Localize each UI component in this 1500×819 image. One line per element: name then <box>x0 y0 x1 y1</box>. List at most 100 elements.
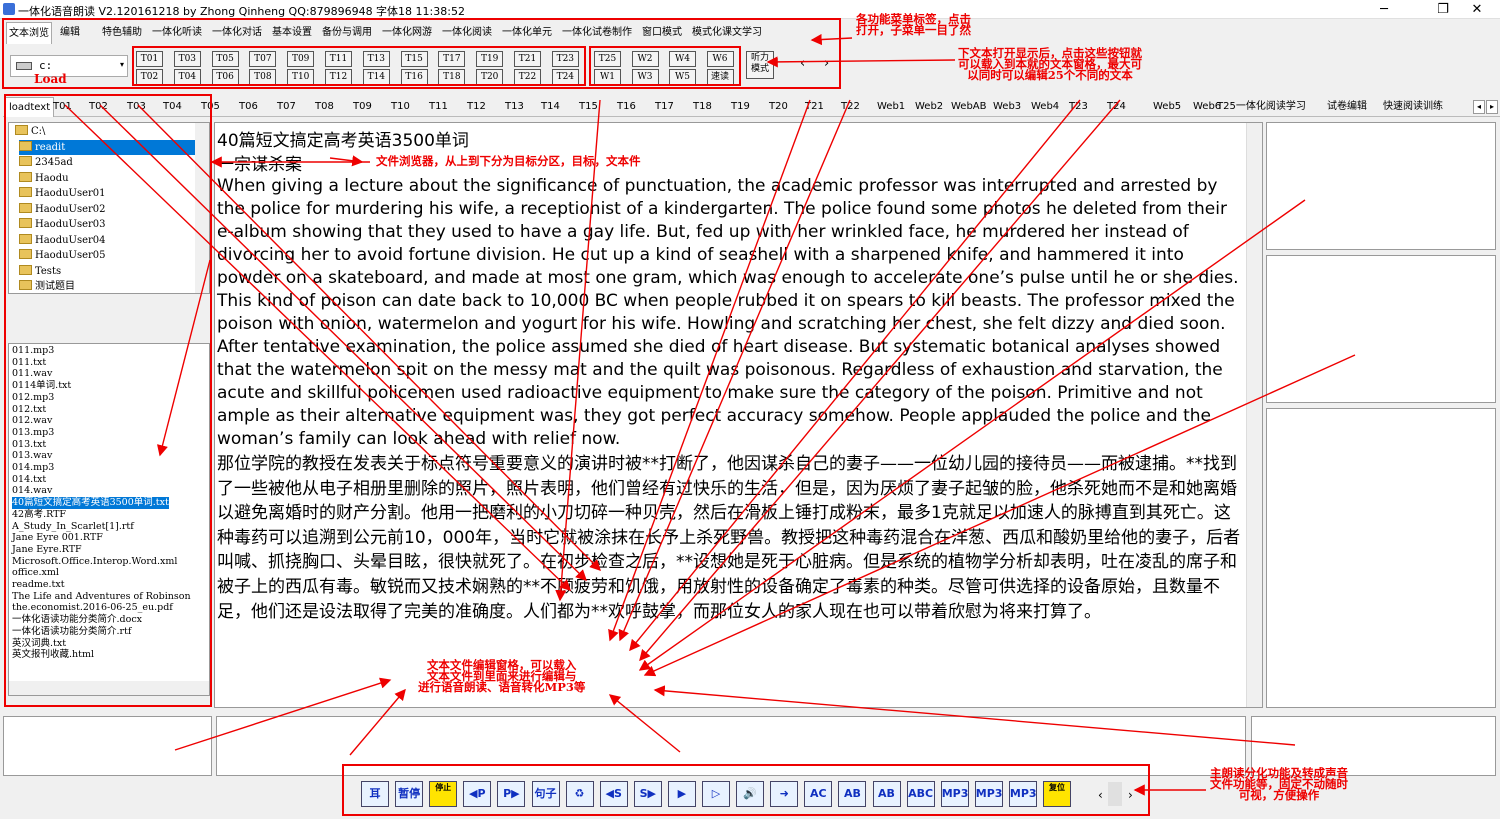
right-panel-2[interactable] <box>1266 255 1496 403</box>
file-item[interactable]: A_Study_In_Scarlet[1].rtf <box>12 521 134 533</box>
file-item[interactable]: 014.mp3 <box>12 462 54 474</box>
editor-scrollbar[interactable] <box>1246 123 1262 707</box>
menu-tab-dialogue[interactable]: 一体化对话 <box>210 22 264 44</box>
menu-tab-edit[interactable]: 编辑 <box>58 22 82 44</box>
text-button-t21[interactable]: T21 <box>514 51 541 67</box>
extra-button-b1[interactable]: W3 <box>631 69 659 85</box>
bottom-panel-left[interactable] <box>3 716 212 776</box>
folder-item[interactable]: HaoduUser05 <box>19 248 106 263</box>
reset-icon[interactable]: 复位 <box>1043 781 1071 807</box>
file-item[interactable]: the.economist.2016-06-25_eu.pdf <box>12 602 173 614</box>
doc-tab-web1[interactable]: Web1 <box>877 97 905 117</box>
doc-tab-t25[interactable]: T25一体化阅读学习 <box>1217 97 1306 117</box>
menu-tab-unit[interactable]: 一体化单元 <box>500 22 554 44</box>
text-button-t13[interactable]: T13 <box>362 51 390 67</box>
doc-tab-t07[interactable]: T07 <box>277 97 296 117</box>
doc-tab-t19[interactable]: T19 <box>731 97 750 117</box>
play-icon[interactable]: ▶ <box>667 781 696 807</box>
folder-item[interactable]: Haodu <box>19 171 69 186</box>
text-editor[interactable]: 40篇短文搞定高考英语3500单词 一宗谋杀案 When giving a le… <box>214 122 1263 708</box>
file-item[interactable]: 011.txt <box>12 357 46 369</box>
text-button-t04[interactable]: T04 <box>173 69 201 85</box>
file-item[interactable]: Microsoft.Office.Interop.Word.xml <box>12 556 177 568</box>
chevron-down-icon[interactable]: ▾ <box>120 60 124 69</box>
drive-selector[interactable]: c: ▾ <box>10 55 128 77</box>
mp3-disc-icon[interactable]: MP3 <box>974 781 1003 807</box>
prev-sentence-icon[interactable]: ◀S <box>599 781 628 807</box>
file-item[interactable]: 011.wav <box>12 368 52 380</box>
text-button-t19[interactable]: T19 <box>476 51 504 67</box>
text-button-t06[interactable]: T06 <box>211 69 239 85</box>
doc-tab-t22[interactable]: T22 <box>841 97 860 117</box>
text-button-t22[interactable]: T22 <box>514 69 541 85</box>
text-button-t09[interactable]: T09 <box>287 51 315 67</box>
folder-item[interactable]: HaoduUser04 <box>19 233 106 248</box>
doc-tab-web2[interactable]: Web2 <box>915 97 943 117</box>
menu-tab-listen-read[interactable]: 一体化听读 <box>150 22 204 44</box>
mp3-icon[interactable]: MP3 <box>940 781 969 807</box>
playbar-scroll-thumb[interactable] <box>1108 782 1122 806</box>
extra-button-b3[interactable]: 速读 <box>706 69 734 85</box>
next-sentence-icon[interactable]: S▶ <box>633 781 662 807</box>
file-item[interactable]: 012.mp3 <box>12 392 54 404</box>
file-item[interactable]: 40篇短文搞定高考英语3500单词.txt <box>12 497 169 509</box>
right-panel-1[interactable] <box>1266 122 1496 250</box>
extra-button-b0[interactable]: W1 <box>594 69 621 85</box>
menu-tab-basic-settings[interactable]: 基本设置 <box>270 22 314 44</box>
file-item[interactable]: 0114单词.txt <box>12 380 71 392</box>
extra-button-3[interactable]: W6 <box>706 51 734 67</box>
folder-item[interactable]: HaoduUser02 <box>19 202 106 217</box>
text-button-t03[interactable]: T03 <box>173 51 201 67</box>
doc-tab-web4[interactable]: Web4 <box>1031 97 1059 117</box>
arrow-in-icon[interactable]: ➜ <box>770 781 799 807</box>
abc-teach-icon[interactable]: AB <box>838 781 867 807</box>
file-item[interactable]: 英汉词典.txt <box>12 638 66 650</box>
file-item[interactable]: 一体化语读功能分类简介.docx <box>12 614 142 626</box>
doc-tab-t13[interactable]: T13 <box>505 97 524 117</box>
text-button-t01[interactable]: T01 <box>136 51 163 67</box>
next-paragraph-icon[interactable]: P▶ <box>497 781 526 807</box>
mp3-convert-icon[interactable]: MP3 <box>1008 781 1037 807</box>
file-item[interactable]: 英文报刊收藏.html <box>12 649 94 661</box>
extra-button-1[interactable]: W2 <box>631 51 659 67</box>
text-button-t11[interactable]: T11 <box>325 51 352 67</box>
folder-item[interactable]: HaoduUser01 <box>19 186 106 201</box>
text-button-t08[interactable]: T08 <box>249 69 277 85</box>
text-button-t20[interactable]: T20 <box>476 69 504 85</box>
doc-tab-t08[interactable]: T08 <box>315 97 334 117</box>
folder-item[interactable]: HaoduUser03 <box>19 217 106 232</box>
file-item[interactable]: 013.wav <box>12 450 52 462</box>
folder-item[interactable]: 测试题目 <box>19 279 75 294</box>
menu-tab-test-paper[interactable]: 一体化试卷制作 <box>560 22 634 44</box>
doc-tab-web3[interactable]: Web3 <box>993 97 1021 117</box>
file-item[interactable]: 011.mp3 <box>12 345 54 357</box>
prev-icon[interactable]: ‹ <box>800 56 805 71</box>
doc-tab-t09[interactable]: T09 <box>353 97 372 117</box>
text-button-t02[interactable]: T02 <box>136 69 163 85</box>
file-item[interactable]: 42高考.RTF <box>12 509 66 521</box>
doc-tab-t23[interactable]: T23 <box>1069 97 1088 117</box>
folder-item[interactable]: readit <box>19 139 195 155</box>
ear-icon[interactable]: 耳 <box>361 781 389 807</box>
text-button-t18[interactable]: T18 <box>438 69 466 85</box>
file-item[interactable]: 014.txt <box>12 474 46 486</box>
playbar-prev-icon[interactable]: ‹ <box>1098 788 1103 802</box>
listen-mode-button[interactable]: 听力模式 <box>746 51 774 79</box>
menu-tab-backup[interactable]: 备份与调用 <box>320 22 374 44</box>
doc-tab-t12[interactable]: T12 <box>467 97 486 117</box>
text-button-t24[interactable]: T24 <box>551 69 579 85</box>
doc-tab-t21[interactable]: T21 <box>805 97 824 117</box>
prev-paragraph-icon[interactable]: ◀P <box>463 781 492 807</box>
text-button-t17[interactable]: T17 <box>438 51 466 67</box>
abc-read-icon[interactable]: AB <box>872 781 901 807</box>
doc-tab-t04[interactable]: T04 <box>163 97 182 117</box>
load-button[interactable]: Load <box>34 72 67 86</box>
tab-scroll-right-icon[interactable]: ▸ <box>1486 100 1498 114</box>
doc-tab-[interactable]: 快速阅读训练 <box>1383 97 1443 117</box>
file-item[interactable]: 014.wav <box>12 485 52 497</box>
next-icon[interactable]: › <box>824 56 829 71</box>
close-button[interactable]: ✕ <box>1454 0 1500 19</box>
minimize-button[interactable]: ─ <box>1361 0 1407 19</box>
menu-tab-special-assist[interactable]: 特色辅助 <box>100 22 144 44</box>
sentence-icon[interactable]: 句子 <box>531 781 560 807</box>
